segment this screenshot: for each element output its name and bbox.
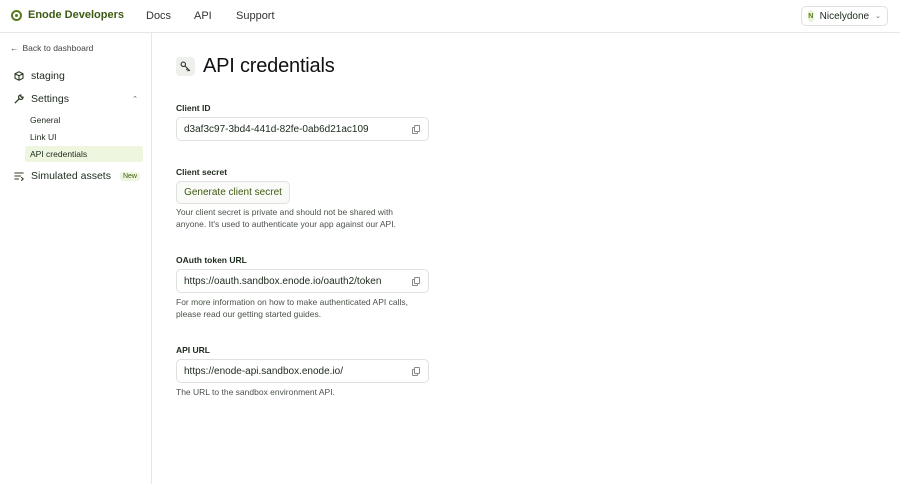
generate-client-secret-button[interactable]: Generate client secret — [176, 181, 290, 204]
client-secret-label: Client secret — [176, 167, 228, 177]
sidebar-item-label: Simulated assets — [31, 170, 111, 182]
chevron-up-icon[interactable]: ⌃ — [132, 95, 138, 103]
oauth-token-url-label: OAuth token URL — [176, 255, 247, 265]
avatar: N — [808, 10, 814, 22]
api-url-label: API URL — [176, 345, 210, 355]
api-url-value[interactable]: https://enode-api.sandbox.enode.io/ — [184, 366, 343, 377]
back-to-dashboard-link[interactable]: ← Back to dashboard — [10, 43, 93, 53]
client-id-label: Client ID — [176, 103, 211, 113]
client-secret-help: Your client secret is private and should… — [176, 207, 396, 229]
page-title: API credentials — [203, 55, 335, 77]
client-id-value[interactable]: d3af3c97-3bd4-441d-82fe-0ab6d21ac109 — [184, 124, 369, 135]
page-header: API credentials — [176, 55, 335, 78]
sidebar-item-api-credentials[interactable]: API credentials — [25, 146, 143, 162]
copy-icon[interactable] — [412, 277, 420, 286]
sidebar-item-settings[interactable]: Settings ⌃ — [14, 93, 138, 105]
cube-icon — [14, 71, 24, 81]
brand-name: Enode Developers — [28, 9, 124, 21]
oauth-token-url-value[interactable]: https://oauth.sandbox.enode.io/oauth2/to… — [184, 276, 381, 287]
copy-icon[interactable] — [412, 367, 420, 376]
nav-support[interactable]: Support — [236, 10, 275, 22]
api-url-field[interactable]: https://enode-api.sandbox.enode.io/ — [176, 359, 429, 383]
wrench-icon — [14, 94, 24, 104]
sidebar-item-link-ui[interactable]: Link UI — [25, 129, 143, 145]
oauth-token-url-field[interactable]: https://oauth.sandbox.enode.io/oauth2/to… — [176, 269, 429, 293]
sidebar-item-general[interactable]: General — [25, 112, 143, 128]
oauth-help: For more information on how to make auth… — [176, 297, 408, 319]
sidebar-item-label: staging — [31, 70, 65, 82]
main-content: API credentials Client ID d3af3c97-3bd4-… — [153, 33, 900, 484]
nav-docs[interactable]: Docs — [146, 10, 171, 22]
api-url-help: The URL to the sandbox environment API. — [176, 387, 335, 397]
new-badge: New — [119, 171, 140, 181]
user-name: Nicelydone — [819, 10, 870, 22]
sidebar-item-simulated-assets[interactable]: Simulated assets New — [14, 170, 140, 182]
key-icon — [176, 57, 195, 76]
sidebar: ← Back to dashboard staging Settings ⌃ G… — [0, 33, 152, 484]
user-menu[interactable]: N Nicelydone ⌄ — [801, 6, 888, 26]
list-icon — [14, 171, 25, 182]
brand-link[interactable]: Enode Developers — [11, 9, 124, 21]
back-label: Back to dashboard — [22, 43, 94, 53]
arrow-left-icon: ← — [10, 43, 19, 53]
nav-api[interactable]: API — [194, 10, 212, 22]
client-id-field[interactable]: d3af3c97-3bd4-441d-82fe-0ab6d21ac109 — [176, 117, 429, 141]
sidebar-item-staging[interactable]: staging — [14, 70, 65, 82]
top-bar: Enode Developers Docs API Support N Nice… — [0, 0, 900, 33]
sidebar-item-label: Settings — [31, 93, 69, 105]
enode-logo-icon — [11, 9, 22, 21]
chevron-down-icon: ⌄ — [875, 13, 881, 20]
copy-icon[interactable] — [412, 125, 420, 134]
